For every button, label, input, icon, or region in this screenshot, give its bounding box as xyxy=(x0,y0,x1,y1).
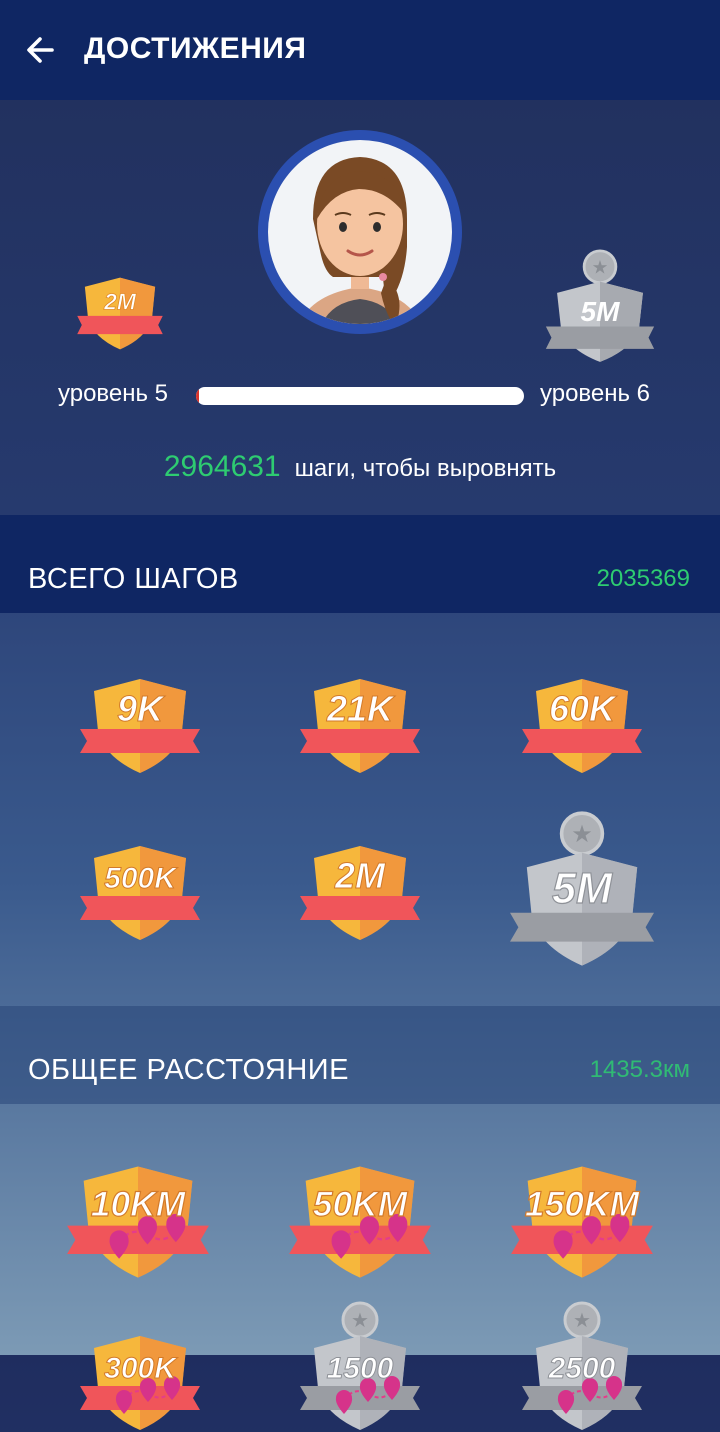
next-level-label: уровень 6 xyxy=(540,380,651,407)
current-level-label: уровень 5 xyxy=(58,380,169,407)
distance-badge-10km[interactable]: 10KM xyxy=(66,1150,210,1280)
svg-text:★: ★ xyxy=(571,820,593,848)
svg-text:5M: 5M xyxy=(581,296,621,327)
next-level-badge[interactable]: ★ 5M xyxy=(544,248,656,362)
steps-badge-2m[interactable]: 2M xyxy=(300,832,420,942)
distance-badge-150km[interactable]: 150KM xyxy=(510,1150,654,1280)
svg-text:500K: 500K xyxy=(104,862,178,895)
steps-medal-icon: 9K xyxy=(80,679,200,773)
svg-text:5M: 5M xyxy=(552,865,613,913)
svg-text:★: ★ xyxy=(592,257,609,278)
distance-badge-2500[interactable]: ★ 2500 xyxy=(522,1301,642,1432)
current-level-badge[interactable]: 2M xyxy=(72,270,168,354)
svg-text:21K: 21K xyxy=(326,688,396,729)
total-distance-title: ОБЩЕЕ РАССТОЯНИЕ xyxy=(28,1054,349,1086)
distance-badge-50km[interactable]: 50KM xyxy=(288,1150,432,1280)
steps-medal-icon: 60K xyxy=(522,679,642,773)
steps-medal-icon: 21K xyxy=(300,679,420,773)
steps-badge-500k[interactable]: 500K xyxy=(80,832,200,942)
svg-text:150KM: 150KM xyxy=(525,1184,641,1224)
svg-text:300K: 300K xyxy=(104,1352,178,1385)
total-distance-header: ОБЩЕЕ РАССТОЯНИЕ 1435.3км xyxy=(0,1006,720,1104)
svg-text:60K: 60K xyxy=(549,688,618,729)
girl-avatar-icon[interactable] xyxy=(255,127,465,337)
svg-text:50KM: 50KM xyxy=(313,1184,409,1224)
steps-badge-60k[interactable]: 60K xyxy=(522,665,642,775)
svg-text:★: ★ xyxy=(351,1308,369,1332)
svg-text:9K: 9K xyxy=(117,688,166,729)
profile-panel: 2M ★ 5M уровень 5 уровень 6 2964631 шаги,… xyxy=(0,100,720,515)
back-button[interactable] xyxy=(22,30,62,70)
svg-text:2500: 2500 xyxy=(548,1352,616,1385)
steps-badge-5m[interactable]: ★ 5M xyxy=(510,811,654,968)
steps-to-level-value: 2964631 xyxy=(163,450,281,483)
total-steps-header: ВСЕГО ШАГОВ 2035369 xyxy=(0,515,720,613)
steps-medal-icon: ★ 5M xyxy=(510,811,654,966)
steps-badge-9k[interactable]: 9K xyxy=(80,665,200,775)
steps-badge-21k[interactable]: 21K xyxy=(300,665,420,775)
distance-medal-icon: 150KM xyxy=(511,1166,653,1278)
steps-medal-icon: 2M xyxy=(300,846,420,940)
app-bar: ДОСТИЖЕНИЯ xyxy=(0,0,720,100)
steps-medal-icon: 500K xyxy=(80,846,200,940)
svg-text:10KM: 10KM xyxy=(91,1184,187,1224)
total-steps-title: ВСЕГО ШАГОВ xyxy=(28,563,239,595)
svg-text:2M: 2M xyxy=(103,289,137,315)
distance-medal-icon: ★ 2500 xyxy=(522,1301,642,1430)
svg-text:2M: 2M xyxy=(334,855,386,896)
distance-medal-icon: 10KM xyxy=(67,1166,209,1278)
total-steps-value: 2035369 xyxy=(596,565,690,592)
svg-text:★: ★ xyxy=(573,1308,591,1332)
level-progress-bar xyxy=(196,387,524,405)
steps-to-level-row: 2964631 шаги, чтобы выровнять xyxy=(0,450,720,484)
distance-medal-icon: 300K xyxy=(80,1336,200,1430)
page-title: ДОСТИЖЕНИЯ xyxy=(84,32,307,65)
level-progress-fill xyxy=(196,387,200,405)
arrow-left-icon[interactable] xyxy=(22,30,62,70)
total-distance-value: 1435.3км xyxy=(589,1056,690,1083)
steps-to-level-text: шаги, чтобы выровнять xyxy=(294,455,557,482)
distance-medal-icon: 50KM xyxy=(289,1166,431,1278)
distance-medal-icon: ★ 1500 xyxy=(300,1301,420,1430)
distance-badge-1500[interactable]: ★ 1500 xyxy=(300,1301,420,1432)
distance-badge-300k[interactable]: 300K xyxy=(80,1322,200,1432)
svg-text:1500: 1500 xyxy=(327,1352,394,1385)
